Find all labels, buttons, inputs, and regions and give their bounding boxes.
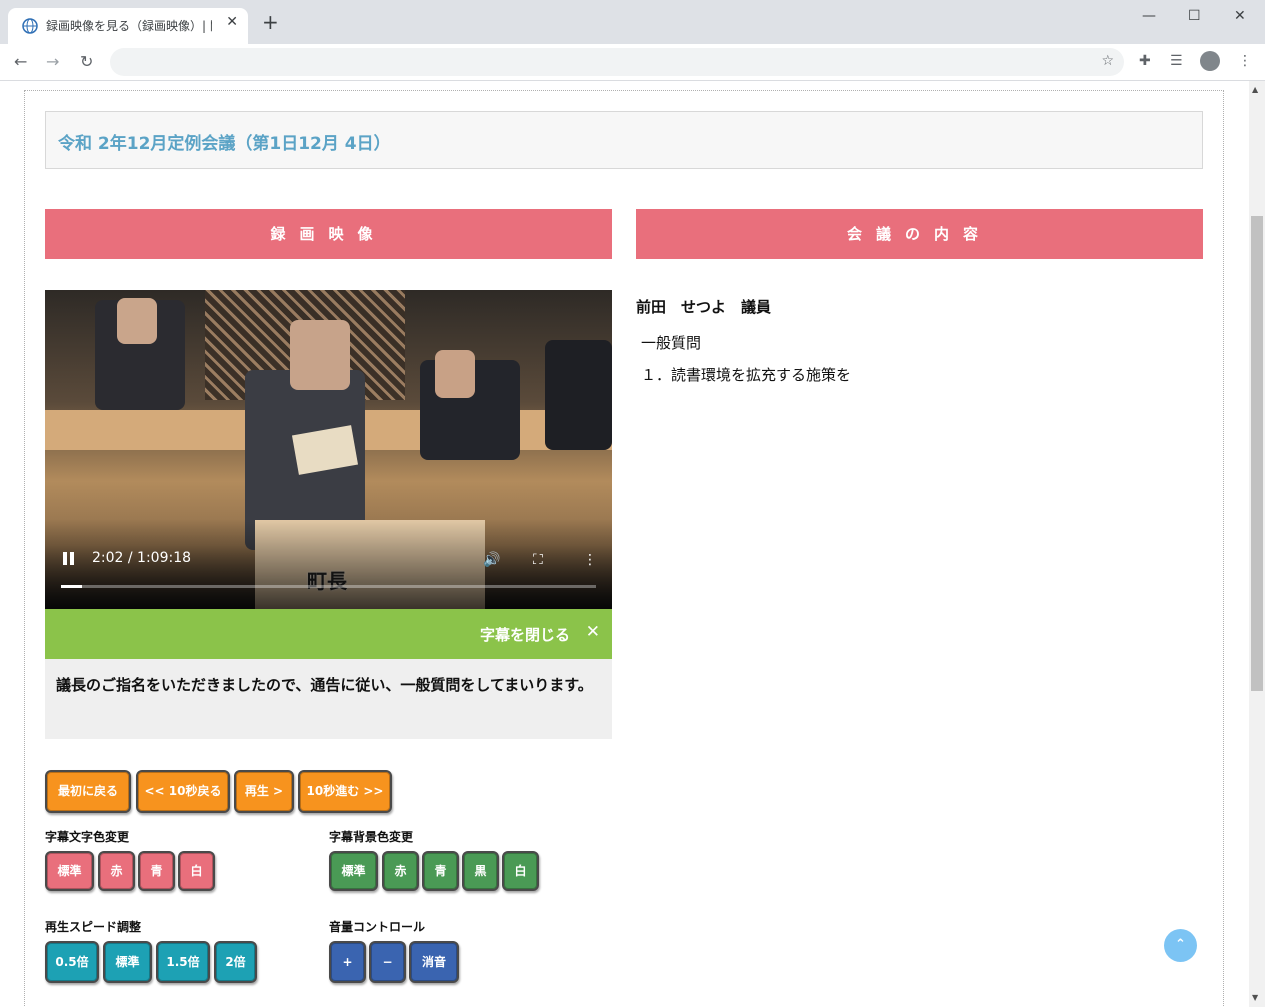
video-more-icon[interactable]: ⋮ [583, 552, 597, 568]
page-viewport: 令和 2年12月定例会議（第1日12月 4日） 録画映像 会議の内容 町長 2:… [0, 81, 1249, 1007]
tab-title: 録画映像を見る（録画映像）| 関 [46, 19, 212, 33]
caption-close-icon[interactable]: ✕ [586, 622, 600, 642]
close-window-button[interactable]: ✕ [1234, 8, 1246, 24]
bg-color-blue-button[interactable]: 青 [422, 851, 459, 891]
browser-toolbar: ← → ↻ ☆ ✚ ☰ ⋮ [0, 44, 1265, 81]
person-center-head [435, 350, 475, 398]
volume-icon[interactable]: 🔊 [483, 552, 500, 568]
text-color-label: 字幕文字色変更 [45, 830, 130, 844]
play-button[interactable]: 再生 > [234, 770, 294, 813]
address-bar[interactable]: ☆ [110, 48, 1124, 76]
caption-text: 議長のご指名をいただきましたので、通告に従い、一般質問をしてまいります。 [56, 676, 593, 694]
speed-standard-button[interactable]: 標準 [103, 941, 152, 983]
text-color-blue-button[interactable]: 青 [138, 851, 175, 891]
text-color-white-button[interactable]: 白 [178, 851, 215, 891]
minimize-button[interactable]: — [1142, 8, 1156, 24]
profile-avatar[interactable] [1200, 51, 1220, 71]
speaker-name: 前田 せつよ 議員 [636, 298, 772, 316]
bg-color-label: 字幕背景色変更 [329, 830, 414, 844]
tab-close-icon[interactable]: ✕ [226, 14, 238, 30]
bg-color-standard-button[interactable]: 標準 [329, 851, 378, 891]
person-left-head [117, 298, 157, 344]
reload-button[interactable]: ↻ [80, 52, 93, 71]
browser-menu-icon[interactable]: ⋮ [1238, 53, 1252, 69]
text-color-red-button[interactable]: 赤 [98, 851, 135, 891]
agenda-type: 一般質問 [641, 334, 702, 352]
extensions-icon[interactable]: ✚ [1139, 53, 1151, 69]
speed-2x-button[interactable]: 2倍 [214, 941, 257, 983]
video-section-header: 録画映像 [45, 209, 612, 259]
globe-icon [22, 18, 38, 34]
pause-icon[interactable] [63, 552, 74, 565]
video-time: 2:02 / 1:09:18 [92, 550, 192, 566]
caption-text-box: 議長のご指名をいただきましたので、通告に従い、一般質問をしてまいります。 [45, 659, 612, 739]
forward-10s-button[interactable]: 10秒進む >> [298, 770, 392, 813]
mute-button[interactable]: 消音 [409, 941, 459, 983]
browser-tab-strip: 録画映像を見る（録画映像）| 関 ✕ + — ☐ ✕ [0, 0, 1265, 44]
speed-0.5x-button[interactable]: 0.5倍 [45, 941, 99, 983]
volume-down-button[interactable]: − [369, 941, 406, 983]
meeting-title-box: 令和 2年12月定例会議（第1日12月 4日） [45, 111, 1203, 169]
caption-close-label[interactable]: 字幕を閉じる [480, 624, 570, 645]
text-color-standard-button[interactable]: 標準 [45, 851, 94, 891]
speed-label: 再生スピード調整 [45, 920, 142, 934]
browser-tab[interactable]: 録画映像を見る（録画映像）| 関 ✕ [8, 8, 248, 44]
forward-button[interactable]: → [46, 52, 59, 71]
reading-list-icon[interactable]: ☰ [1170, 53, 1183, 69]
rewind-10s-button[interactable]: << 10秒戻る [136, 770, 230, 813]
bookmark-star-icon[interactable]: ☆ [1101, 53, 1114, 69]
volume-label: 音量コントロール [329, 920, 426, 934]
fullscreen-icon[interactable]: ⛶ [533, 552, 543, 568]
restart-button[interactable]: 最初に戻る [45, 770, 131, 813]
bg-color-red-button[interactable]: 赤 [382, 851, 419, 891]
video-progress-bar[interactable] [61, 585, 596, 588]
volume-up-button[interactable]: + [329, 941, 366, 983]
agenda-item[interactable]: １．読書環境を拡充する施策を [641, 364, 851, 385]
page-top-button[interactable]: ⌃ [1164, 929, 1197, 962]
back-button[interactable]: ← [14, 52, 27, 71]
scroll-up-icon[interactable]: ▲ [1252, 85, 1258, 94]
scroll-down-icon[interactable]: ▼ [1252, 993, 1258, 1002]
video-progress-fill [61, 585, 83, 588]
new-tab-button[interactable]: + [262, 12, 279, 32]
speed-1.5x-button[interactable]: 1.5倍 [156, 941, 210, 983]
scrollbar-thumb[interactable] [1251, 216, 1263, 691]
video-player[interactable]: 町長 2:02 / 1:09:18 🔊 ⛶ ⋮ [45, 290, 612, 609]
meeting-title: 令和 2年12月定例会議（第1日12月 4日） [58, 134, 391, 154]
bg-color-black-button[interactable]: 黒 [462, 851, 499, 891]
speaker-head [290, 320, 350, 390]
content-section-header: 会議の内容 [636, 209, 1203, 259]
person-right [545, 340, 612, 450]
caption-bar: 字幕を閉じる ✕ [45, 609, 612, 659]
bg-color-white-button[interactable]: 白 [502, 851, 539, 891]
maximize-button[interactable]: ☐ [1188, 8, 1201, 24]
page-scrollbar[interactable]: ▲ ▼ [1249, 81, 1265, 1007]
